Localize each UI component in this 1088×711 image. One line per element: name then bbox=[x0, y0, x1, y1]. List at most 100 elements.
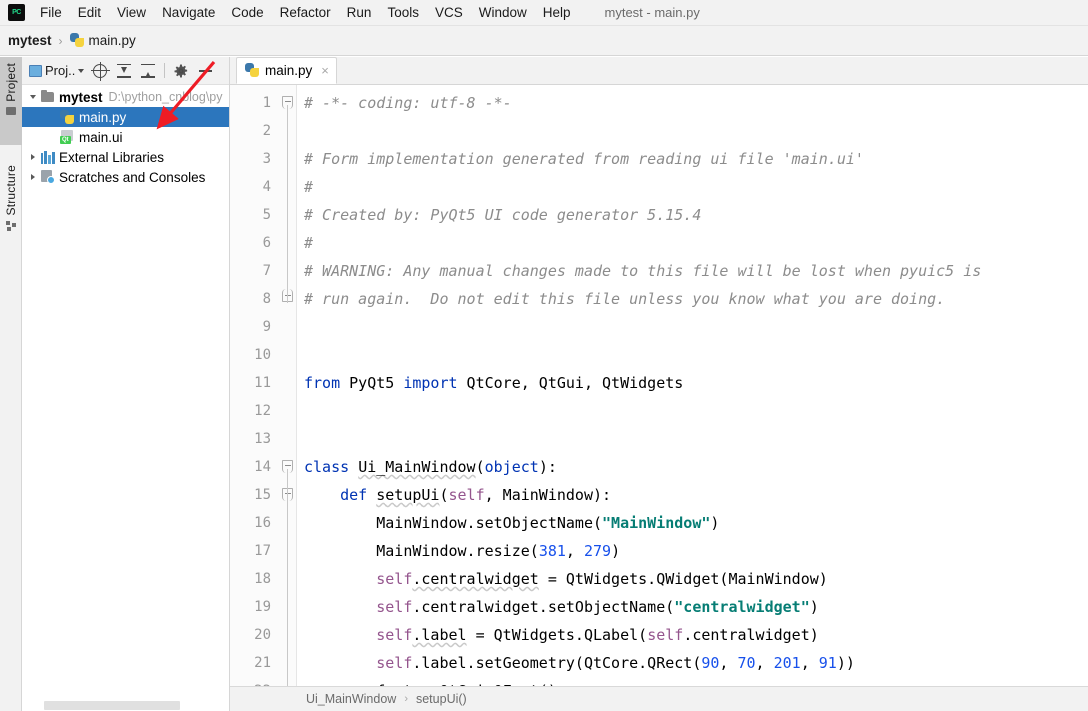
locate-in-tree-button[interactable] bbox=[89, 60, 111, 82]
close-icon[interactable]: × bbox=[321, 63, 329, 78]
menu-label: Run bbox=[346, 5, 372, 20]
code-line[interactable]: MainWindow.setObjectName("MainWindow") bbox=[304, 509, 1088, 537]
fold-row bbox=[280, 677, 296, 686]
code-token-id bbox=[304, 654, 376, 672]
code-line[interactable]: # WARNING: Any manual changes made to th… bbox=[304, 257, 1088, 285]
fold-row bbox=[280, 397, 296, 425]
menu-view[interactable]: View bbox=[109, 2, 154, 23]
code-line[interactable]: # -*- coding: utf-8 -*- bbox=[304, 89, 1088, 117]
code-token-id: .centralwidget.setObjectName( bbox=[412, 598, 675, 616]
line-number: 15 bbox=[254, 487, 271, 503]
line-number: 13 bbox=[254, 431, 271, 447]
menu-run[interactable]: Run bbox=[339, 2, 380, 23]
collapse-all-button[interactable] bbox=[137, 60, 159, 82]
folder-icon bbox=[6, 106, 16, 115]
project-view-selector[interactable]: Proj.. bbox=[26, 62, 87, 79]
fold-row bbox=[280, 425, 296, 453]
tree-item-main-py[interactable]: main.py bbox=[22, 107, 229, 127]
settings-button[interactable] bbox=[170, 60, 192, 82]
gear-icon bbox=[174, 64, 188, 77]
status-crumb-method[interactable]: setupUi() bbox=[416, 692, 467, 706]
code-token-id: , bbox=[565, 542, 584, 560]
code-line[interactable] bbox=[304, 425, 1088, 453]
menu-file[interactable]: File bbox=[32, 2, 70, 23]
code-line[interactable]: # Created by: PyQt5 UI code generator 5.… bbox=[304, 201, 1088, 229]
project-tree[interactable]: mytest D:\python_cnblog\py main.py Qt main.u… bbox=[22, 85, 229, 711]
code-line[interactable]: from PyQt5 import QtCore, QtGui, QtWidge… bbox=[304, 369, 1088, 397]
menu-edit[interactable]: Edit bbox=[70, 2, 109, 23]
tree-item-scratches-and-consoles[interactable]: Scratches and Consoles bbox=[22, 167, 229, 187]
code-token-slf: self bbox=[376, 626, 413, 644]
code-content[interactable]: # -*- coding: utf-8 -*- # Form implement… bbox=[296, 85, 1088, 686]
tool-tab-project[interactable]: Project bbox=[0, 57, 22, 145]
menu-vcs[interactable]: VCS bbox=[427, 2, 471, 23]
fold-row bbox=[280, 565, 296, 593]
menu-tools[interactable]: Tools bbox=[379, 2, 427, 23]
code-line[interactable]: MainWindow.resize(381, 279) bbox=[304, 537, 1088, 565]
tree-item-mytest[interactable]: mytest D:\python_cnblog\py bbox=[22, 87, 229, 107]
fold-row bbox=[280, 313, 296, 341]
line-number-gutter: 12345678910111213141516171819202122 bbox=[230, 85, 280, 686]
code-folding-gutter[interactable] bbox=[280, 85, 296, 686]
code-line[interactable] bbox=[304, 313, 1088, 341]
code-line[interactable]: self.label = QtWidgets.QLabel(self.centr… bbox=[304, 621, 1088, 649]
menu-label: VCS bbox=[434, 5, 463, 20]
editor-tab-main-py[interactable]: main.py × bbox=[236, 57, 337, 84]
python-file-icon bbox=[69, 33, 85, 48]
main-split: Project Structure Proj.. mytest D:\pytho… bbox=[0, 57, 1088, 711]
fold-row bbox=[280, 453, 296, 481]
code-editor[interactable]: 12345678910111213141516171819202122 # -*… bbox=[230, 85, 1088, 686]
tree-item-icon bbox=[39, 150, 56, 164]
breadcrumb-project[interactable]: mytest bbox=[8, 33, 52, 48]
code-line[interactable] bbox=[304, 117, 1088, 145]
tree-item-main-ui[interactable]: Qt main.ui bbox=[22, 127, 229, 147]
code-line[interactable]: self.label.setGeometry(QtCore.QRect(90, … bbox=[304, 649, 1088, 677]
chevron-right-icon[interactable] bbox=[26, 174, 39, 180]
project-horizontal-scrollbar[interactable] bbox=[22, 699, 229, 711]
hide-panel-button[interactable] bbox=[194, 60, 216, 82]
code-token-id: )) bbox=[836, 654, 855, 672]
code-line[interactable]: def setupUi(self, MainWindow): bbox=[304, 481, 1088, 509]
code-line[interactable]: # bbox=[304, 229, 1088, 257]
line-number: 6 bbox=[262, 235, 271, 251]
chevron-right-icon[interactable] bbox=[26, 154, 39, 160]
code-token-num: 70 bbox=[737, 654, 756, 672]
tree-item-external-libraries[interactable]: External Libraries bbox=[22, 147, 229, 167]
code-line[interactable] bbox=[304, 341, 1088, 369]
code-token-id bbox=[367, 486, 376, 504]
tool-tab-structure[interactable]: Structure bbox=[0, 159, 22, 255]
chevron-down-icon bbox=[78, 68, 85, 73]
code-token-kw: import bbox=[403, 374, 458, 392]
menu-help[interactable]: Help bbox=[535, 2, 579, 23]
fold-row bbox=[280, 173, 296, 201]
tree-item-path: D:\python_cnblog\py bbox=[108, 90, 223, 104]
code-token-id: QtCore, QtGui, QtWidgets bbox=[457, 374, 684, 392]
code-token-cmt: # bbox=[304, 234, 314, 252]
menu-window[interactable]: Window bbox=[471, 2, 535, 23]
breadcrumb-file[interactable]: main.py bbox=[89, 33, 136, 48]
line-number: 7 bbox=[262, 263, 271, 279]
line-number: 14 bbox=[254, 459, 271, 475]
menu-refactor[interactable]: Refactor bbox=[272, 2, 339, 23]
scrollbar-thumb[interactable] bbox=[44, 701, 180, 710]
code-line[interactable]: # run again. Do not edit this file unles… bbox=[304, 285, 1088, 313]
code-line[interactable]: class Ui_MainWindow(object): bbox=[304, 453, 1088, 481]
code-line[interactable]: font = QtGui.QFont() bbox=[304, 677, 1088, 686]
menu-navigate[interactable]: Navigate bbox=[154, 2, 223, 23]
menu-label: Tools bbox=[387, 5, 419, 20]
chevron-down-icon[interactable] bbox=[26, 95, 39, 99]
menu-label: Help bbox=[542, 5, 571, 20]
code-line[interactable]: # bbox=[304, 173, 1088, 201]
menu-code[interactable]: Code bbox=[223, 2, 271, 23]
code-token-kw: def bbox=[340, 486, 368, 504]
status-crumb-class[interactable]: Ui_MainWindow bbox=[306, 692, 396, 706]
code-line[interactable]: self.centralwidget = QtWidgets.QWidget(M… bbox=[304, 565, 1088, 593]
line-number: 8 bbox=[262, 291, 271, 307]
code-token-id: ( bbox=[439, 486, 449, 504]
code-line[interactable]: # Form implementation generated from rea… bbox=[304, 145, 1088, 173]
expand-all-button[interactable] bbox=[113, 60, 135, 82]
code-line[interactable]: self.centralwidget.setObjectName("centra… bbox=[304, 593, 1088, 621]
code-line[interactable] bbox=[304, 397, 1088, 425]
code-token-id: .label.setGeometry(QtCore.QRect( bbox=[412, 654, 702, 672]
code-token-id bbox=[304, 626, 376, 644]
